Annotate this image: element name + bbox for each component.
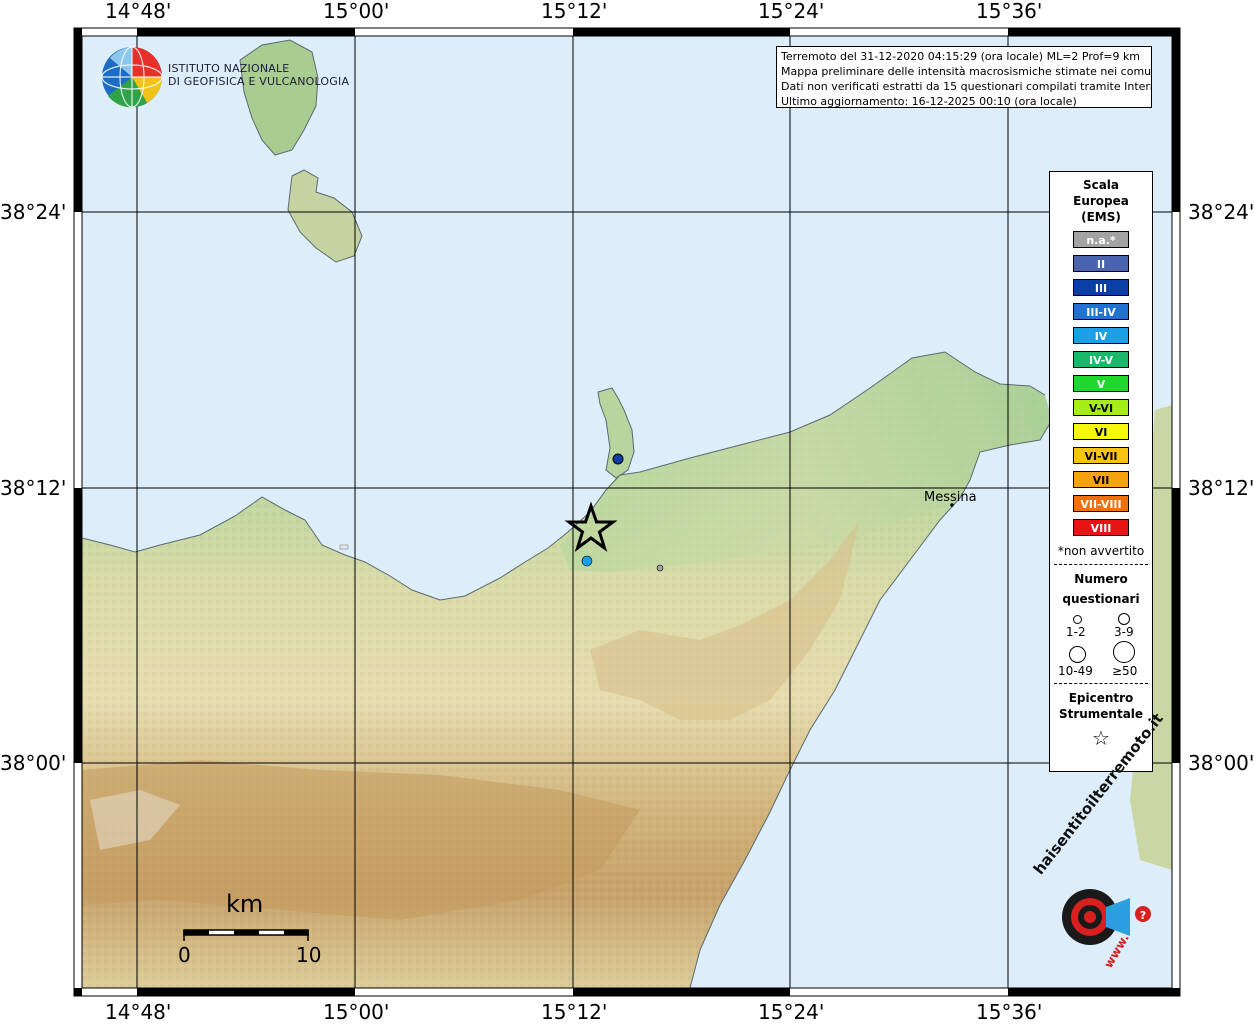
obs-east bbox=[656, 564, 664, 572]
legend-swatch-n-a: n.a.* bbox=[1073, 231, 1129, 248]
count-symbol-3 bbox=[1069, 646, 1086, 663]
legend-swatch-iii: III bbox=[1073, 279, 1129, 296]
count-title-line1: Numero bbox=[1074, 572, 1128, 586]
event-info-box: Terremoto del 31-12-2020 04:15:29 (ora l… bbox=[776, 46, 1152, 108]
lat-tick-right-1: 38°24' bbox=[1188, 200, 1254, 224]
lat-tick-left-2: 38°12' bbox=[0, 476, 67, 500]
count-symbol-1 bbox=[1073, 615, 1082, 624]
legend-swatch-vi: VI bbox=[1073, 423, 1129, 440]
lat-tick-right-3: 38°00' bbox=[1188, 751, 1254, 775]
messina-label: Messina bbox=[924, 490, 977, 505]
legend-title-line2: Europea bbox=[1073, 194, 1129, 208]
scale-max-label: 10 bbox=[296, 943, 322, 967]
legend-swatches: n.a.* II III III-IV IV IV-V V V-VI VI VI-VII VII VI… bbox=[1050, 231, 1152, 536]
legend-swatch-iii-iv: III-IV bbox=[1073, 303, 1129, 320]
legend-title-line3: (EMS) bbox=[1081, 210, 1121, 224]
legend-swatch-v: V bbox=[1073, 375, 1129, 392]
count-title-line2: questionari bbox=[1062, 592, 1140, 606]
count-label-1: 1-2 bbox=[1066, 625, 1086, 639]
legend-title: Scala Europea (EMS) bbox=[1050, 177, 1152, 225]
lon-tick-bottom-1: 14°48' bbox=[105, 1000, 172, 1024]
institute-line1: ISTITUTO NAZIONALE bbox=[168, 62, 290, 75]
legend-swatch-iv-v: IV-V bbox=[1073, 351, 1129, 368]
scale-unit-label: km bbox=[226, 890, 264, 918]
legend-title-line1: Scala bbox=[1082, 178, 1120, 192]
scale-min-label: 0 bbox=[178, 943, 191, 967]
lon-tick-bottom-2: 15°00' bbox=[323, 1000, 390, 1024]
event-info-line3: Dati non verificati estratti da 15 quest… bbox=[781, 80, 1152, 93]
count-label-2: 3-9 bbox=[1114, 625, 1134, 639]
lat-tick-left-3: 38°00' bbox=[0, 751, 67, 775]
lon-tick-bottom-3: 15°12' bbox=[541, 1000, 608, 1024]
legend-note: *non avvertito bbox=[1057, 544, 1145, 558]
count-symbol-4 bbox=[1113, 641, 1135, 663]
epicenter-title: Epicentro Strumentale bbox=[1050, 690, 1152, 722]
lon-tick-bottom-5: 15°36' bbox=[976, 1000, 1043, 1024]
lon-tick-bottom-4: 15°24' bbox=[758, 1000, 825, 1024]
intensity-legend: Scala Europea (EMS) n.a.* II III III-IV IV IV… bbox=[1049, 171, 1153, 772]
legend-swatch-v-vi: V-VI bbox=[1073, 399, 1129, 416]
count-symbol-2 bbox=[1118, 613, 1130, 625]
lon-tick-top-2: 15°00' bbox=[323, 0, 390, 23]
count-title: Numero questionari bbox=[1050, 571, 1152, 607]
event-info-line4: Ultimo aggiornamento: 16-12-2025 00:10 (… bbox=[781, 95, 1077, 108]
lon-tick-top-1: 14°48' bbox=[105, 0, 172, 23]
ingv-logo-icon bbox=[101, 46, 163, 108]
event-info-line1: Terremoto del 31-12-2020 04:15:29 (ora l… bbox=[781, 50, 1141, 63]
obs-north bbox=[612, 453, 624, 465]
lat-tick-right-2: 38°12' bbox=[1188, 476, 1254, 500]
legend-swatch-vi-vii: VI-VII bbox=[1073, 447, 1129, 464]
legend-divider-2 bbox=[1054, 683, 1148, 684]
institute-line2: DI GEOFISICA E VULCANOLOGIA bbox=[168, 75, 350, 88]
epicenter-title-line2: Strumentale bbox=[1058, 707, 1144, 721]
legend-swatch-iv: IV bbox=[1073, 327, 1129, 344]
legend-swatch-ii: II bbox=[1073, 255, 1129, 272]
obs-south bbox=[581, 555, 593, 567]
lon-tick-top-5: 15°36' bbox=[976, 0, 1043, 23]
lon-tick-top-4: 15°24' bbox=[758, 0, 825, 23]
svg-text:?: ? bbox=[1140, 909, 1146, 922]
lon-tick-top-3: 15°12' bbox=[541, 0, 608, 23]
count-symbols: 1-2 3-9 10-49 ≥50 bbox=[1050, 607, 1152, 678]
epicenter-title-line1: Epicentro bbox=[1068, 691, 1134, 705]
count-label-4: ≥50 bbox=[1112, 664, 1138, 678]
legend-swatch-vii-viii: VII-VIII bbox=[1073, 495, 1129, 512]
legend-divider bbox=[1054, 564, 1148, 565]
event-info-line2: Mappa preliminare delle intensità macros… bbox=[781, 65, 1152, 78]
legend-swatch-viii: VIII bbox=[1073, 519, 1129, 536]
count-label-3: 10-49 bbox=[1058, 664, 1093, 678]
lat-tick-left-1: 38°24' bbox=[0, 200, 67, 224]
legend-swatch-vii: VII bbox=[1073, 471, 1129, 488]
institute-name: ISTITUTO NAZIONALE DI GEOFISICA E VULCAN… bbox=[168, 62, 349, 88]
